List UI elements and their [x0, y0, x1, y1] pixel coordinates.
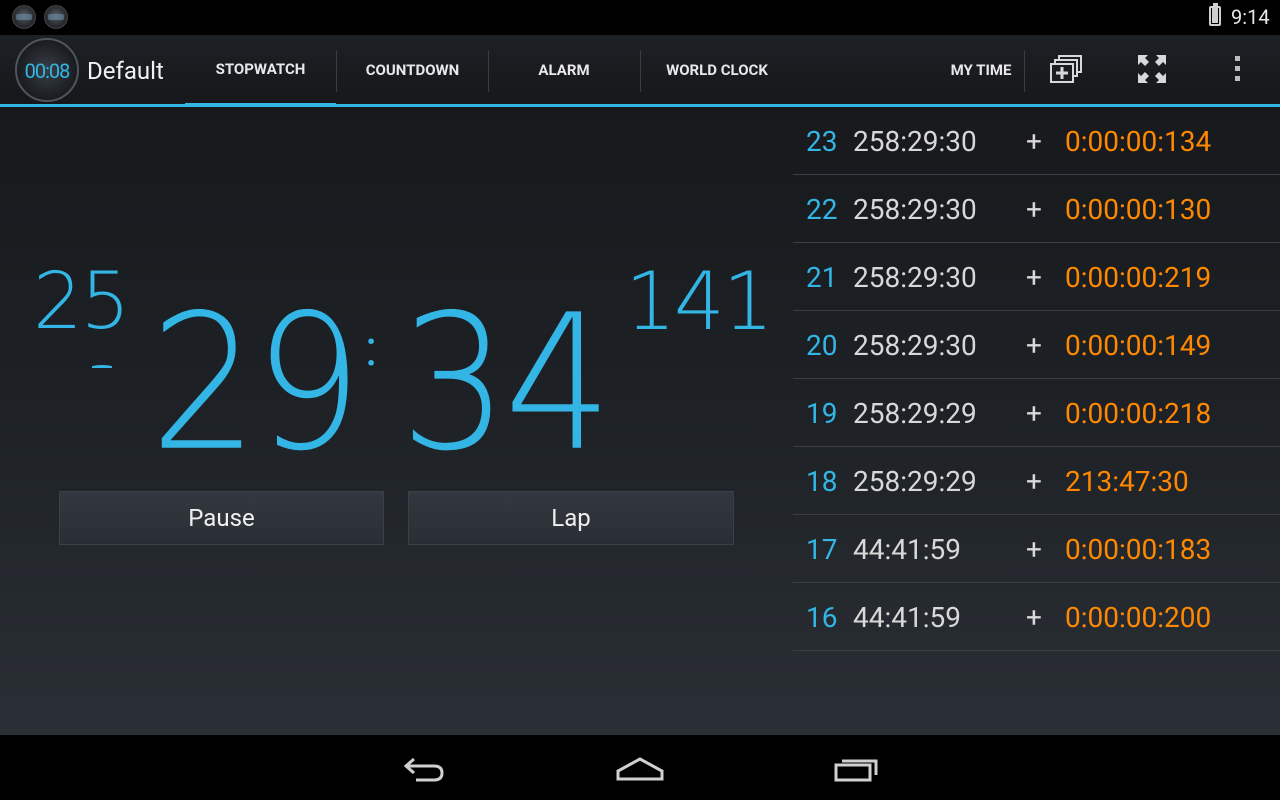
tab-stopwatch[interactable]: STOPWATCH	[185, 35, 336, 107]
lap-number: 20	[806, 329, 838, 362]
lap-number: 19	[806, 397, 838, 430]
home-icon[interactable]	[605, 745, 675, 790]
tab-label: COUNTDOWN	[365, 61, 460, 79]
lap-split-time: 213:47:30	[1065, 465, 1189, 498]
lap-button[interactable]: Lap	[408, 491, 734, 545]
lap-number: 22	[806, 193, 838, 226]
tab-alarm[interactable]: ALARM	[489, 35, 639, 105]
pause-button[interactable]: Pause	[59, 491, 384, 545]
stopwatch-milliseconds: 141	[625, 255, 774, 348]
lap-total-time: 258:29:29	[853, 397, 977, 430]
lap-total-time: 44:41:59	[853, 533, 961, 566]
stopwatch-separator: :	[365, 320, 378, 378]
lap-number: 23	[806, 125, 838, 158]
lap-total-time: 44:41:59	[853, 601, 961, 634]
stopwatch-notification-icon[interactable]	[12, 5, 36, 29]
profile-title[interactable]: Default	[87, 57, 164, 85]
recent-apps-icon[interactable]	[822, 745, 892, 790]
add-window-icon[interactable]	[1045, 47, 1089, 91]
overflow-menu-icon[interactable]	[1215, 47, 1259, 91]
lap-split-time: 0:00:00:200	[1065, 601, 1212, 634]
stopwatch-minutes: 29	[150, 275, 362, 493]
stopwatch-hours: 25	[33, 257, 130, 347]
lap-plus-sign: +	[1026, 261, 1042, 294]
lap-split-time: 0:00:00:218	[1065, 397, 1212, 430]
lap-total-time: 258:29:30	[853, 329, 977, 362]
lap-total-time: 258:29:29	[853, 465, 977, 498]
lap-plus-sign: +	[1026, 125, 1042, 158]
lap-split-time: 0:00:00:219	[1065, 261, 1212, 294]
lap-plus-sign: +	[1026, 397, 1042, 430]
action-bar: 00:08 Default STOPWATCH COUNTDOWN ALARM …	[0, 35, 1280, 107]
tab-label: STOPWATCH	[215, 60, 306, 78]
lap-plus-sign: +	[1026, 465, 1042, 498]
lap-total-time: 258:29:30	[853, 125, 977, 158]
lap-row[interactable]: 18 258:29:29 + 213:47:30	[793, 447, 1280, 515]
fullscreen-icon[interactable]	[1130, 47, 1174, 91]
tab-label: WORLD CLOCK	[666, 61, 768, 79]
lap-row[interactable]: 21 258:29:30 + 0:00:00:219	[793, 243, 1280, 311]
lap-plus-sign: +	[1026, 601, 1042, 634]
lap-plus-sign: +	[1026, 329, 1042, 362]
action-divider	[1024, 50, 1025, 92]
lap-total-time: 258:29:30	[853, 193, 977, 226]
my-time-button[interactable]: MY TIME	[940, 35, 1022, 105]
lap-total-time: 258:29:30	[853, 261, 977, 294]
lap-number: 16	[806, 601, 838, 634]
tab-label: ALARM	[538, 61, 590, 79]
status-time: 9:14	[1231, 5, 1270, 29]
stopwatch-panel: 25 29 : 34 141 Pause Lap 23 258:29:30 + …	[0, 107, 1280, 735]
app-icon-time: 00:08	[24, 59, 71, 83]
stopwatch-notification-icon[interactable]	[44, 5, 68, 29]
lap-split-time: 0:00:00:183	[1065, 533, 1212, 566]
lap-split-time: 0:00:00:149	[1065, 329, 1212, 362]
hours-indicator	[92, 365, 112, 368]
lap-row[interactable]: 19 258:29:29 + 0:00:00:218	[793, 379, 1280, 447]
tab-world-clock[interactable]: WORLD CLOCK	[641, 35, 793, 105]
lap-split-time: 0:00:00:134	[1065, 125, 1212, 158]
lap-row[interactable]: 16 44:41:59 + 0:00:00:200	[793, 583, 1280, 651]
app-icon[interactable]: 00:08	[15, 38, 79, 102]
lap-plus-sign: +	[1026, 533, 1042, 566]
navigation-bar	[0, 735, 1280, 800]
lap-number: 17	[806, 533, 838, 566]
lap-number: 21	[806, 261, 838, 294]
lap-number: 18	[806, 465, 838, 498]
tab-countdown[interactable]: COUNTDOWN	[337, 35, 488, 105]
lap-split-time: 0:00:00:130	[1065, 193, 1212, 226]
lap-row[interactable]: 23 258:29:30 + 0:00:00:134	[793, 107, 1280, 175]
lap-row[interactable]: 17 44:41:59 + 0:00:00:183	[793, 515, 1280, 583]
lap-row[interactable]: 20 258:29:30 + 0:00:00:149	[793, 311, 1280, 379]
lap-list[interactable]: 23 258:29:30 + 0:00:00:134 22 258:29:30 …	[793, 107, 1280, 651]
stopwatch-seconds: 34	[400, 275, 612, 493]
lap-plus-sign: +	[1026, 193, 1042, 226]
status-bar: 9:14	[0, 0, 1280, 35]
lap-row[interactable]: 22 258:29:30 + 0:00:00:130	[793, 175, 1280, 243]
back-icon[interactable]	[389, 745, 459, 790]
battery-icon	[1209, 3, 1221, 26]
